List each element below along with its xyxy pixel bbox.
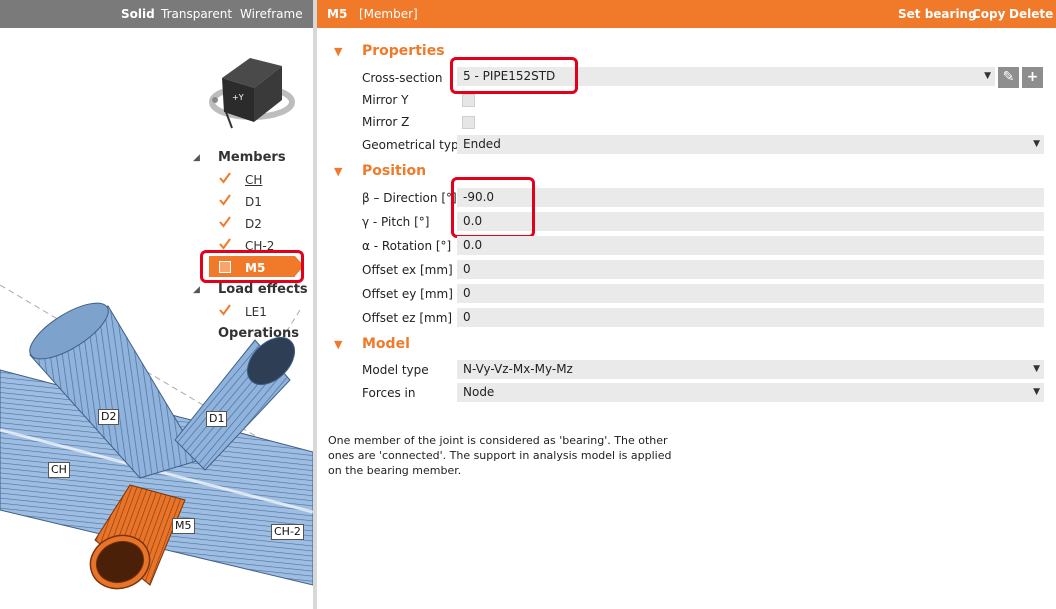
- geometrical-type-select[interactable]: Ended ▼: [457, 135, 1044, 154]
- chevron-down-icon: ▼: [1033, 387, 1040, 397]
- geometrical-type-value: Ended: [463, 137, 501, 151]
- properties-collapse-icon[interactable]: ▼: [334, 45, 342, 58]
- load-effects-expand-icon[interactable]: ◢: [193, 285, 200, 295]
- plus-icon[interactable]: +: [1022, 67, 1043, 88]
- delete-button[interactable]: Delete: [1009, 7, 1053, 21]
- offset-ex-value: 0: [463, 262, 471, 276]
- checkmark-icon[interactable]: [219, 216, 231, 228]
- rotation-label: α - Rotation [°]: [362, 239, 452, 253]
- scene-label-d2: D2: [98, 409, 120, 425]
- tree-item-d2[interactable]: D2: [245, 217, 262, 231]
- forces-in-value: Node: [463, 385, 495, 399]
- properties-panel: M5 [Member] Set bearing Copy Delete ▼ Pr…: [317, 0, 1056, 609]
- rotation-value: 0.0: [463, 238, 483, 252]
- geometrical-type-label: Geometrical type: [362, 138, 466, 152]
- offset-ey-label: Offset ey [mm]: [362, 287, 453, 301]
- checkmark-icon[interactable]: [219, 194, 231, 206]
- checkmark-icon[interactable]: [219, 238, 231, 250]
- scene-label-ch: CH: [48, 462, 70, 478]
- pitch-input[interactable]: 0.0: [457, 212, 1044, 231]
- offset-ey-value: 0: [463, 286, 471, 300]
- position-collapse-icon[interactable]: ▼: [334, 165, 342, 178]
- rotation-input[interactable]: 0.0: [457, 236, 1044, 255]
- section-model-title[interactable]: Model: [362, 336, 410, 352]
- section-position-title[interactable]: Position: [362, 163, 426, 179]
- model-collapse-icon[interactable]: ▼: [334, 338, 342, 351]
- offset-ez-label: Offset ez [mm]: [362, 311, 453, 325]
- set-bearing-button[interactable]: Set bearing: [898, 7, 977, 21]
- offset-ex-label: Offset ex [mm]: [362, 263, 453, 277]
- svg-text:+Y: +Y: [232, 93, 244, 102]
- view-transparent-button[interactable]: Transparent: [161, 7, 232, 21]
- tree-item-le1[interactable]: LE1: [245, 305, 267, 319]
- highlight-box-direction-pitch: [451, 177, 535, 238]
- highlight-box-cross-section: [450, 57, 578, 94]
- section-properties-title[interactable]: Properties: [362, 43, 445, 59]
- offset-ez-input[interactable]: 0: [457, 308, 1044, 327]
- view-mode-bar: Solid Transparent Wireframe: [0, 0, 313, 28]
- offset-ez-value: 0: [463, 310, 471, 324]
- offset-ex-input[interactable]: 0: [457, 260, 1044, 279]
- copy-button[interactable]: Copy: [972, 7, 1005, 21]
- info-note: One member of the joint is considered as…: [328, 434, 672, 477]
- members-expand-icon[interactable]: ◢: [193, 153, 200, 163]
- member-type: [Member]: [359, 7, 418, 21]
- model-type-label: Model type: [362, 363, 429, 377]
- checkmark-icon[interactable]: [219, 304, 231, 316]
- mirror-z-checkbox[interactable]: [462, 116, 475, 129]
- pitch-label: γ - Pitch [°]: [362, 215, 430, 229]
- scene-label-d1: D1: [206, 411, 228, 427]
- mirror-y-checkbox[interactable]: [462, 94, 475, 107]
- chevron-down-icon: ▼: [984, 71, 991, 81]
- pencil-icon[interactable]: ✎: [998, 67, 1019, 88]
- model-type-value: N-Vy-Vz-Mx-My-Mz: [463, 362, 573, 376]
- chevron-down-icon: ▼: [1033, 364, 1040, 374]
- scene-label-ch2: CH-2: [271, 524, 304, 540]
- checkmark-icon[interactable]: [219, 172, 231, 184]
- mirror-y-label: Mirror Y: [362, 93, 409, 107]
- member-title: M5: [327, 7, 348, 21]
- cross-section-label: Cross-section: [362, 71, 443, 85]
- chevron-down-icon: ▼: [1033, 139, 1040, 149]
- tree-item-d1[interactable]: D1: [245, 195, 262, 209]
- direction-input[interactable]: -90.0: [457, 188, 1044, 207]
- highlight-box-m5: [200, 250, 304, 283]
- direction-label: β – Direction [°]: [362, 191, 457, 205]
- view-wireframe-button[interactable]: Wireframe: [240, 7, 303, 21]
- nav-cube[interactable]: +Y: [209, 58, 295, 129]
- offset-ey-input[interactable]: 0: [457, 284, 1044, 303]
- viewport-panel: +Y D2 D1 CH M5 CH-2 Solid Transparent Wi…: [0, 0, 313, 609]
- mirror-z-label: Mirror Z: [362, 115, 410, 129]
- tree-load-effects-heading[interactable]: Load effects: [218, 282, 308, 297]
- view-solid-button[interactable]: Solid: [121, 7, 155, 21]
- forces-in-label: Forces in: [362, 386, 416, 400]
- member-header-bar: M5 [Member] Set bearing Copy Delete: [317, 0, 1056, 28]
- scene-label-m5: M5: [172, 518, 195, 534]
- tree-operations-heading[interactable]: Operations: [218, 326, 299, 341]
- tree-item-ch[interactable]: CH: [245, 173, 262, 187]
- model-type-select[interactable]: N-Vy-Vz-Mx-My-Mz ▼: [457, 360, 1044, 379]
- forces-in-select[interactable]: Node ▼: [457, 383, 1044, 402]
- tree-members-heading[interactable]: Members: [218, 150, 286, 165]
